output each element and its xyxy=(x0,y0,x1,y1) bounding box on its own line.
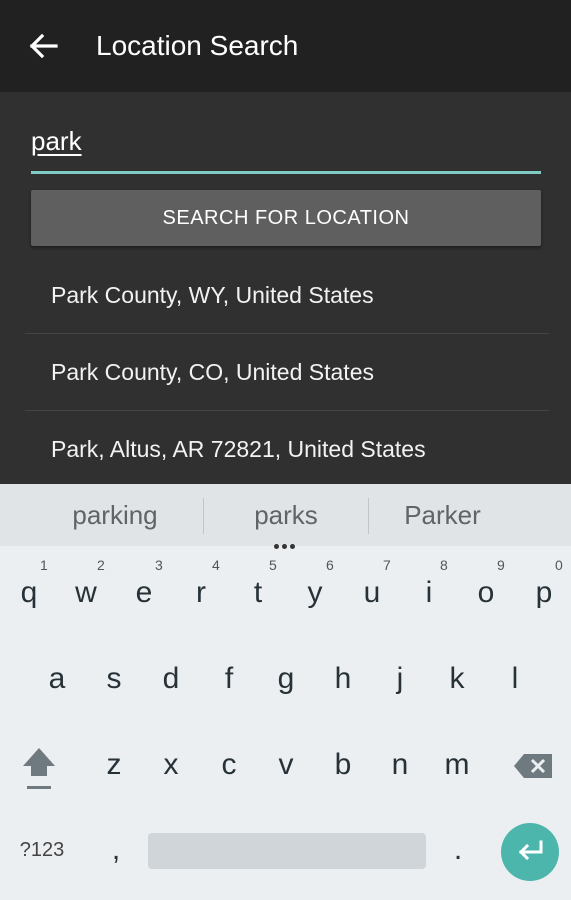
key-hint: 8 xyxy=(440,557,448,573)
list-item[interactable]: Park County, CO, United States xyxy=(25,334,549,411)
period-key[interactable]: . xyxy=(438,830,478,870)
symbols-key[interactable]: ?123 xyxy=(8,830,76,870)
key-u[interactable]: u xyxy=(350,570,394,616)
key-h[interactable]: h xyxy=(321,656,365,702)
spacebar[interactable] xyxy=(148,833,426,869)
key-v[interactable]: v xyxy=(264,742,308,788)
suggestion-strip: parking parks Parker xyxy=(0,484,571,549)
key-b[interactable]: b xyxy=(321,742,365,788)
key-g[interactable]: g xyxy=(264,656,308,702)
suggestion-parker[interactable]: Parker xyxy=(370,484,515,546)
comma-key[interactable]: , xyxy=(96,830,136,870)
key-hint: 3 xyxy=(155,557,163,573)
key-t[interactable]: t xyxy=(236,570,280,616)
key-hint: 0 xyxy=(555,557,563,573)
key-k[interactable]: k xyxy=(435,656,479,702)
key-d[interactable]: d xyxy=(149,656,193,702)
list-item[interactable]: Park County, WY, United States xyxy=(25,257,549,334)
key-q[interactable]: q xyxy=(7,570,51,616)
key-i[interactable]: i xyxy=(407,570,451,616)
key-hint: 6 xyxy=(326,557,334,573)
app-bar: Location Search xyxy=(0,0,571,92)
enter-icon[interactable] xyxy=(501,823,559,881)
key-x[interactable]: x xyxy=(149,742,193,788)
results-list: Park County, WY, United States Park Coun… xyxy=(25,257,549,484)
key-hint: 7 xyxy=(383,557,391,573)
list-item[interactable]: Park, Altus, AR 72821, United States xyxy=(25,411,549,484)
key-hint: 1 xyxy=(40,557,48,573)
key-m[interactable]: m xyxy=(435,742,479,788)
key-e[interactable]: e xyxy=(122,570,166,616)
suggestion-divider xyxy=(368,498,369,534)
backspace-icon[interactable] xyxy=(508,746,558,786)
shift-icon[interactable] xyxy=(14,732,64,802)
suggestion-parking[interactable]: parking xyxy=(30,484,200,546)
key-p[interactable]: p xyxy=(522,570,566,616)
key-hint: 9 xyxy=(497,557,505,573)
search-for-location-button[interactable]: SEARCH FOR LOCATION xyxy=(31,190,541,246)
key-w[interactable]: w xyxy=(64,570,108,616)
suggestion-divider xyxy=(203,498,204,534)
key-a[interactable]: a xyxy=(35,656,79,702)
key-r[interactable]: r xyxy=(179,570,223,616)
key-l[interactable]: l xyxy=(493,656,537,702)
search-input[interactable] xyxy=(31,122,541,174)
arrow-left-icon[interactable] xyxy=(22,26,66,66)
key-hint: 2 xyxy=(97,557,105,573)
key-c[interactable]: c xyxy=(207,742,251,788)
key-z[interactable]: z xyxy=(92,742,136,788)
key-o[interactable]: o xyxy=(464,570,508,616)
key-y[interactable]: y xyxy=(293,570,337,616)
key-n[interactable]: n xyxy=(378,742,422,788)
key-hint: 4 xyxy=(212,557,220,573)
key-f[interactable]: f xyxy=(207,656,251,702)
key-s[interactable]: s xyxy=(92,656,136,702)
on-screen-keyboard: parking parks Parker ?123 , . q1w2 e3r4t5… xyxy=(0,484,571,900)
key-hint: 5 xyxy=(269,557,277,573)
more-suggestions-icon[interactable] xyxy=(274,536,298,549)
content-area: park SEARCH FOR LOCATION Park County, WY… xyxy=(0,92,571,484)
key-j[interactable]: j xyxy=(378,656,422,702)
page-title: Location Search xyxy=(96,30,299,61)
